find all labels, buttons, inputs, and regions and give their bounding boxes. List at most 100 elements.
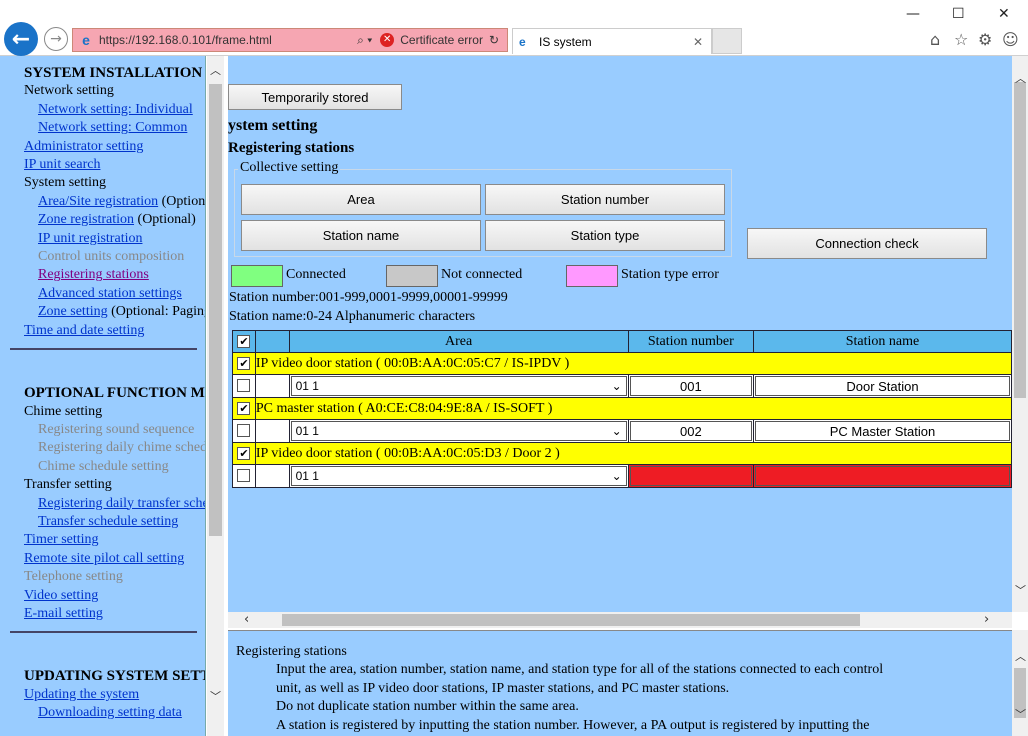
installation-heading: SYSTEM INSTALLATION (24, 65, 203, 81)
station-number-hint: Station number:001-999,0001-9999,00001-9… (229, 290, 508, 305)
zone-reg-note: (Optional) (137, 212, 196, 228)
link-network-common[interactable]: Network setting: Common (38, 120, 187, 135)
link-zone-setting[interactable]: Zone setting (38, 304, 108, 319)
link-administrator[interactable]: Administrator setting (24, 139, 143, 154)
header-area: Area (288, 330, 629, 353)
link-zone-registration[interactable]: Zone registration (38, 212, 134, 227)
system-setting-label: System setting (24, 175, 107, 191)
main-vertical-scroll-thumb[interactable] (1014, 82, 1026, 398)
zone-setting-note: (Optional: Paging) (111, 304, 206, 320)
table-header-row: ✔ Area Station number Station name (232, 330, 1012, 353)
area-select[interactable]: 01 1 ⌄ (290, 466, 627, 486)
link-video[interactable]: Video setting (24, 588, 98, 603)
link-ip-unit-search[interactable]: IP unit search (24, 157, 100, 172)
scroll-down-icon[interactable]: ﹀ (1015, 582, 1026, 598)
favorites-star-icon[interactable]: ☆ (954, 30, 968, 49)
minimize-icon[interactable]: — (906, 6, 920, 22)
scroll-up-icon[interactable]: ︿ (1015, 70, 1026, 86)
station-name-input[interactable]: PC Master Station (754, 421, 1010, 441)
control-units-item: Control units composition (38, 249, 185, 265)
transfer-setting-label: Transfer setting (24, 477, 112, 493)
station-number-input-error[interactable] (629, 466, 752, 486)
table-row: 01 1 ⌄ 001 Door Station (232, 374, 1012, 398)
reg-daily-chime-item: Registering daily chime schedule (38, 440, 206, 456)
link-remote-site[interactable]: Remote site pilot call setting (24, 551, 184, 566)
collective-station-name-button[interactable]: Station name (241, 220, 481, 251)
page-title: Registering stations (228, 140, 355, 156)
help-paragraph-1: Input the area, station number, station … (276, 662, 884, 678)
link-timer[interactable]: Timer setting (24, 532, 99, 547)
area-select-value: 01 1 (295, 469, 319, 483)
maximize-icon[interactable]: ☐ (952, 6, 965, 22)
address-bar[interactable]: e https://192.168.0.101/frame.html ⌕ ▾ ✕… (72, 28, 508, 52)
scroll-down-icon[interactable]: ﹀ (210, 688, 221, 704)
chevron-down-icon: ⌄ (611, 424, 622, 438)
group-row: ✔ PC master station ( A0:CE:C8:04:9E:8A … (232, 397, 1012, 420)
station-name-input-error[interactable] (754, 466, 1010, 486)
scroll-up-icon[interactable]: ︿ (1015, 648, 1026, 664)
row-checkbox[interactable] (237, 469, 251, 483)
header-station-number: Station number (627, 330, 754, 353)
link-time-date[interactable]: Time and date setting (24, 323, 144, 338)
main-horizontal-scroll-thumb[interactable] (282, 614, 860, 626)
row-checkbox[interactable] (237, 424, 251, 438)
sidebar-scroll-thumb[interactable] (209, 84, 222, 536)
group-title: IP video door station ( 00:0B:AA:0C:05:D… (254, 442, 1012, 465)
link-registering-stations[interactable]: Registering stations (38, 267, 149, 282)
help-paragraph-1b: unit, as well as IP video door stations,… (276, 680, 730, 696)
station-number-input[interactable]: 002 (629, 421, 752, 441)
new-tab-button[interactable] (712, 28, 742, 54)
forward-arrow-icon[interactable]: → (44, 27, 68, 51)
updating-heading: UPDATING SYSTEM SETTINGS (24, 668, 205, 685)
link-updating-system[interactable]: Updating the system (24, 687, 139, 702)
scroll-left-icon[interactable]: ‹ (244, 612, 249, 627)
collective-legend: Collective setting (238, 160, 341, 176)
link-network-individual[interactable]: Network setting: Individual (38, 102, 193, 117)
settings-gear-icon[interactable]: ⚙ (978, 30, 992, 49)
divider (10, 348, 197, 351)
address-url[interactable]: https://192.168.0.101/frame.html (99, 33, 357, 47)
collective-area-button[interactable]: Area (241, 184, 481, 215)
temporarily-stored-button[interactable]: Temporarily stored (228, 84, 402, 110)
chevron-down-icon: ⌄ (611, 379, 622, 393)
check-all-checkbox[interactable]: ✔ (237, 334, 251, 348)
collective-station-number-button[interactable]: Station number (485, 184, 725, 215)
home-icon[interactable]: ⌂ (930, 30, 940, 49)
link-email[interactable]: E-mail setting (24, 606, 103, 621)
link-area-site[interactable]: Area/Site registration (38, 194, 158, 209)
station-number-input[interactable]: 001 (629, 376, 752, 396)
link-ip-unit-registration[interactable]: IP unit registration (38, 231, 142, 246)
legend-not-connected-label: Not connected (441, 267, 523, 282)
connection-check-button[interactable]: Connection check (747, 228, 987, 259)
legend-type-error-label: Station type error (621, 267, 719, 282)
smiley-feedback-icon[interactable]: ☺ (1002, 30, 1019, 49)
scroll-up-icon[interactable]: ︿ (210, 62, 221, 78)
refresh-icon[interactable]: ↻ (489, 33, 499, 47)
row-checkbox[interactable] (237, 379, 251, 393)
scroll-right-icon[interactable]: › (984, 612, 989, 627)
legend-connected-swatch (231, 265, 283, 287)
back-arrow-icon[interactable]: ← (4, 22, 38, 56)
station-name-input[interactable]: Door Station (754, 376, 1010, 396)
certificate-error-icon[interactable]: ✕ (380, 33, 395, 47)
link-downloading-data[interactable]: Downloading setting data (38, 705, 182, 720)
scroll-down-icon[interactable]: ﹀ (1015, 706, 1026, 722)
area-select[interactable]: 01 1 ⌄ (290, 376, 627, 396)
browser-tab[interactable]: e IS system ✕ (512, 28, 712, 54)
link-advanced-station[interactable]: Advanced station settings (38, 286, 182, 301)
area-select[interactable]: 01 1 ⌄ (290, 421, 627, 441)
group-checkbox[interactable]: ✔ (237, 356, 251, 370)
link-transfer-schedule[interactable]: Transfer schedule setting (38, 514, 178, 529)
search-dropdown-icon[interactable]: ⌕ ▾ (357, 33, 372, 48)
collective-station-type-button[interactable]: Station type (485, 220, 725, 251)
close-window-icon[interactable]: ✕ (998, 6, 1010, 22)
link-reg-daily-transfer[interactable]: Registering daily transfer schedule (38, 496, 205, 511)
close-tab-icon[interactable]: ✕ (693, 35, 711, 49)
chime-schedule-item: Chime schedule setting (38, 458, 169, 474)
group-checkbox[interactable]: ✔ (237, 401, 251, 415)
group-checkbox[interactable]: ✔ (237, 446, 251, 460)
reg-sound-item: Registering sound sequence (38, 421, 195, 437)
certificate-error-label[interactable]: Certificate error (400, 33, 483, 47)
divider (10, 631, 197, 634)
chevron-down-icon: ⌄ (611, 469, 622, 483)
